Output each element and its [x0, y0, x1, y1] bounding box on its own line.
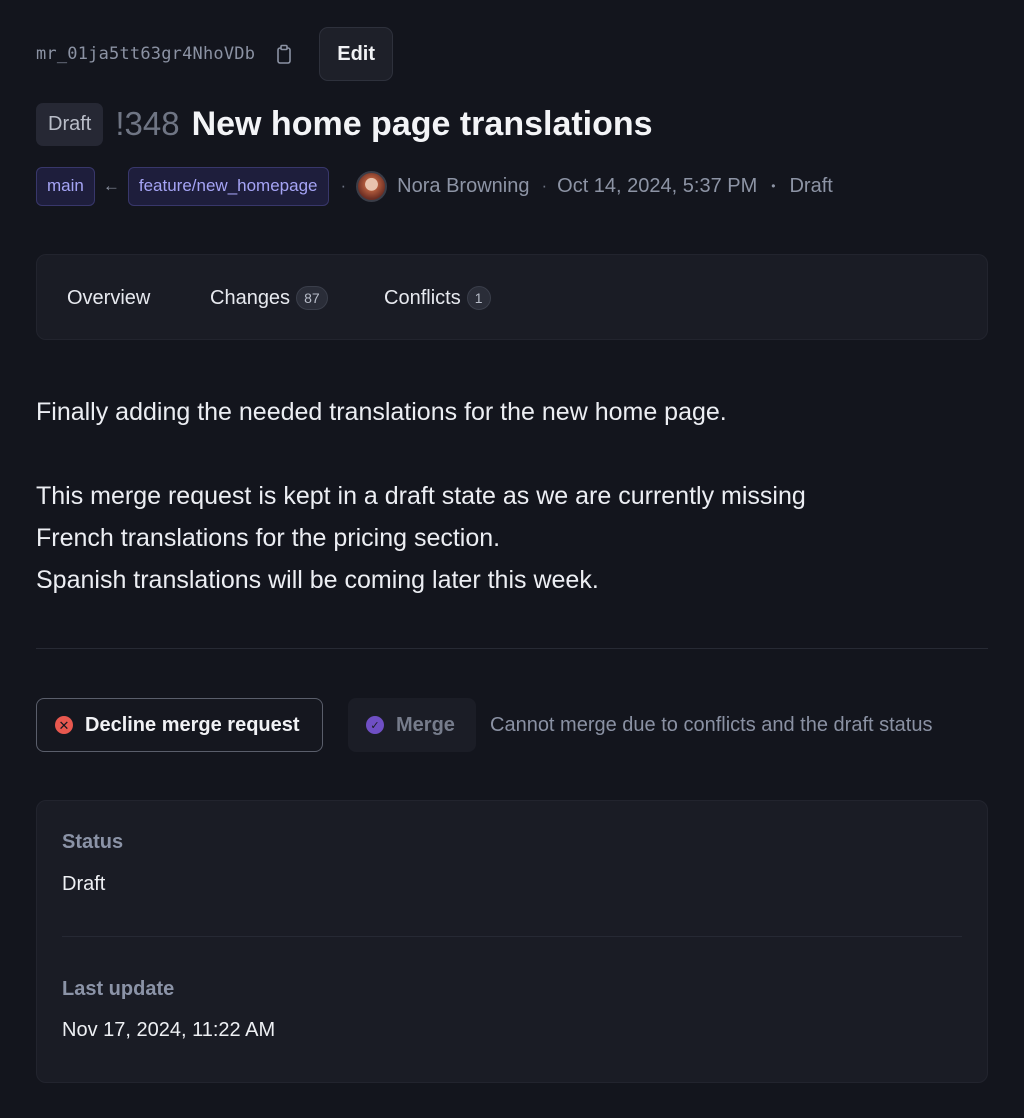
avatar: [356, 170, 388, 202]
tab-label: Overview: [67, 286, 151, 309]
page-title: New home page translations: [191, 104, 653, 143]
merge-request-id: mr_01ja5tt63gr4NhoVDb: [36, 44, 256, 64]
status-dot-icon: •: [771, 179, 776, 193]
close-circle-icon: ✕: [55, 716, 73, 734]
merge-request-number: !348: [115, 105, 180, 142]
draft-badge: Draft: [36, 102, 104, 146]
edit-button[interactable]: Edit: [319, 27, 394, 81]
meta-separator: ·: [340, 176, 347, 195]
target-branch-badge[interactable]: main: [36, 166, 95, 206]
details-card: Status Draft Last update Nov 17, 2024, 1…: [36, 800, 988, 1083]
meta-row: main ← feature/new_homepage · Nora Brown…: [36, 166, 833, 206]
merge-actions: ✕ Decline merge request ✓ Merge Cannot m…: [36, 698, 932, 752]
section-divider: [36, 648, 988, 649]
merge-button[interactable]: ✓ Merge: [348, 698, 476, 752]
last-update-value: Nov 17, 2024, 11:22 AM: [62, 1019, 276, 1041]
tab-bar: Overview Changes 87 Conflicts 1: [36, 254, 988, 340]
mr-id-row: mr_01ja5tt63gr4NhoVDb Edit: [36, 27, 394, 81]
tab-conflicts[interactable]: Conflicts 1: [384, 255, 491, 339]
tab-label: Conflicts: [384, 286, 461, 309]
status-text: Draft: [789, 174, 833, 197]
description-line: Spanish translations will be coming late…: [36, 566, 599, 594]
description-line: This merge request is kept in a draft st…: [36, 482, 806, 510]
decline-button[interactable]: ✕ Decline merge request: [36, 698, 323, 752]
last-update-label: Last update: [62, 978, 175, 1000]
tab-label: Changes: [210, 286, 291, 309]
merge-label: Merge: [396, 713, 455, 736]
check-circle-icon: ✓: [366, 716, 384, 734]
status-value: Draft: [62, 873, 106, 895]
decline-label: Decline merge request: [85, 713, 300, 736]
branch-arrow-icon: ←: [102, 176, 120, 195]
clipboard-icon[interactable]: [275, 44, 293, 64]
conflicts-count-badge: 1: [466, 286, 491, 310]
changes-count-badge: 87: [296, 286, 328, 310]
created-date: Oct 14, 2024, 5:37 PM: [557, 174, 758, 197]
description-line: Finally adding the needed translations f…: [36, 398, 727, 426]
meta-separator: ·: [541, 176, 548, 195]
author-name: Nora Browning: [397, 174, 530, 197]
description-line: French translations for the pricing sect…: [36, 524, 501, 552]
title-row: Draft !348 New home page translations: [36, 102, 653, 146]
description: Finally adding the needed translations f…: [36, 391, 986, 601]
source-branch-badge[interactable]: feature/new_homepage: [127, 166, 329, 206]
tab-overview[interactable]: Overview: [67, 255, 151, 339]
tab-changes[interactable]: Changes 87: [210, 255, 328, 339]
card-divider: [62, 936, 962, 937]
status-label: Status: [62, 831, 124, 853]
merge-blocked-note: Cannot merge due to conflicts and the dr…: [490, 713, 933, 736]
